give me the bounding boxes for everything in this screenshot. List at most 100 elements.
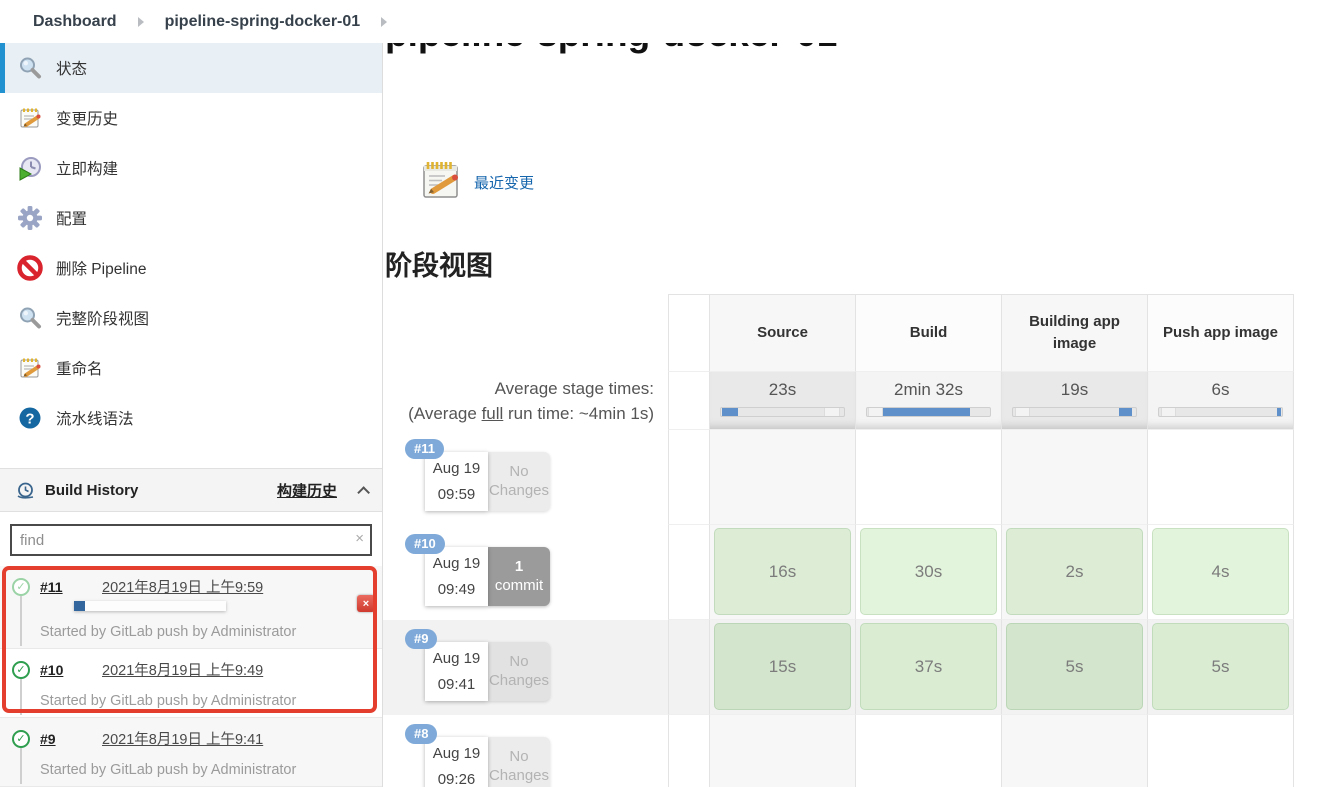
commits-box[interactable]: 1 commit [488,547,550,606]
changes-line: Changes [488,766,550,784]
build-date-link[interactable]: 2021年8月19日 上午9:59 [102,576,263,597]
clear-search-icon[interactable]: × [355,530,364,548]
stage-success-cell[interactable]: 30s [860,528,997,615]
stage-success-cell[interactable]: 16s [714,528,851,615]
build-date-link[interactable]: 2021年8月19日 上午9:49 [102,659,263,680]
build-status-icon[interactable]: ✓ [12,729,30,748]
stage-result-cell [1148,715,1294,787]
changes-line: Changes [488,481,550,499]
build-number-badge[interactable]: #10 [405,534,445,554]
changes-line: No [509,747,529,765]
stage-duration: 37s [914,656,943,676]
breadcrumb-item[interactable]: pipeline-spring-docker-01 [165,13,361,31]
breadcrumb-item[interactable]: Dashboard [33,13,117,31]
build-status-icon[interactable]: ✓ [12,660,30,679]
average-times-row: Average stage times: (Average full run ti… [383,372,1294,430]
stage-duration: 5s [1065,656,1084,676]
build-progress-bar [74,601,226,611]
stage-success-cell[interactable]: 37s [860,623,997,710]
build-number-link[interactable]: #11 [40,579,74,595]
build-time: 09:26 [437,771,476,787]
average-stage-time-value: 23s [768,380,797,399]
help-icon: ? [17,405,43,431]
stage-result-cell: 16s [710,525,856,620]
build-number-link[interactable]: #10 [40,662,74,678]
stage-result-cell: 5s [1148,620,1294,715]
sidebar-item[interactable]: 重命名 [0,343,382,393]
sidebar-item[interactable]: 立即构建 [0,143,382,193]
stage-row-gap [668,620,710,715]
sidebar-item[interactable]: ? 流水线语法 [0,393,382,443]
build-time: 09:41 [437,676,476,693]
stage-success-cell[interactable]: 5s [1152,623,1289,710]
build-history-entry: ✓ #11 2021年8月19日 上午9:59 × Started by GitLab … [0,566,382,649]
bar-segment-marker [868,408,883,416]
recent-changes-link[interactable]: 最近变更 [418,157,534,208]
build-datetime-card[interactable]: Aug 19 09:41 [425,642,488,701]
changes-line: Changes [488,671,550,689]
stage-result-cell: 30s [856,525,1002,620]
page-title: pipeline-spring-docker-01 [385,43,1339,56]
average-time-bar [1158,407,1283,417]
stage-header-row: Source Build Building app image Push app im… [383,294,1294,372]
stage-view-title: 阶段视图 [385,251,493,281]
bar-segment-stage-share [882,408,971,416]
build-info-cell: #11 Aug 19 09:59 No Changes [383,430,668,525]
average-stage-time-cell: 23s [710,372,856,430]
build-date: Aug 19 [432,460,481,477]
average-time-bar [720,407,845,417]
build-date-link[interactable]: 2021年8月19日 上午9:41 [102,728,263,749]
build-date: Aug 19 [432,745,481,762]
average-stage-time-value: 6s [1211,380,1230,399]
breadcrumb-chevron-icon [381,16,388,27]
no-changes-box[interactable]: No Changes [488,642,550,701]
stage-success-cell[interactable]: 5s [1006,623,1143,710]
timeline-connector [20,748,22,784]
no-changes-box[interactable]: No Changes [488,737,550,787]
build-number-badge[interactable]: #9 [405,629,438,649]
average-time-bar [866,407,991,417]
stage-duration: 4s [1211,561,1230,581]
stage-duration: 2s [1065,561,1084,581]
build-datetime-card[interactable]: Aug 19 09:49 [425,547,488,606]
gear-icon [17,205,43,231]
stage-build-row: #9 Aug 19 09:41 No Changes 15s 37s 5s 5s [383,620,1294,715]
sidebar-item-label: 重命名 [56,361,103,378]
sidebar-item[interactable]: 状态 [0,43,382,93]
stage-result-cell [1148,430,1294,525]
build-history-search-input[interactable] [10,524,372,556]
average-times-gap [668,372,710,430]
stage-success-cell[interactable]: 15s [714,623,851,710]
stage-duration: 15s [768,656,797,676]
build-history-link[interactable]: 构建历史 [277,480,337,501]
no-changes-box[interactable]: No Changes [488,452,550,511]
build-number-badge[interactable]: #11 [405,439,444,459]
delete-build-icon[interactable]: × [357,595,375,612]
build-datetime-card[interactable]: Aug 19 09:59 [425,452,488,511]
main-content: pipeline-spring-docker-01 最近变更 阶段视图 Sour… [383,43,1339,787]
stage-duration: 30s [914,561,943,581]
stage-success-cell[interactable]: 2s [1006,528,1143,615]
build-number-badge[interactable]: #8 [405,724,438,744]
build-cause-text: Started by GitLab push by Administrator [40,624,297,640]
breadcrumb-chevron-icon [137,16,144,27]
sidebar-item-label: 配置 [56,211,88,228]
build-history-title: Build History [45,481,139,499]
sidebar-item[interactable]: 配置 [0,193,382,243]
build-date: Aug 19 [432,650,481,667]
chevron-up-icon[interactable] [357,485,370,499]
build-history-header: Build History 构建历史 [0,468,382,512]
sidebar-item[interactable]: 变更历史 [0,93,382,143]
build-datetime-card[interactable]: Aug 19 09:26 [425,737,488,787]
build-now-icon [17,155,43,181]
search-icon [17,305,43,331]
stage-success-cell[interactable]: 4s [1152,528,1289,615]
notepad-icon [17,105,43,131]
build-number-link[interactable]: #9 [40,731,74,747]
build-status-icon[interactable]: ✓ [12,577,30,596]
stage-result-cell: 5s [1002,620,1148,715]
build-date: Aug 19 [432,555,481,572]
sidebar-item[interactable]: 完整阶段视图 [0,293,382,343]
sidebar-item[interactable]: 删除 Pipeline [0,243,382,293]
stage-header-spacer [383,294,668,372]
